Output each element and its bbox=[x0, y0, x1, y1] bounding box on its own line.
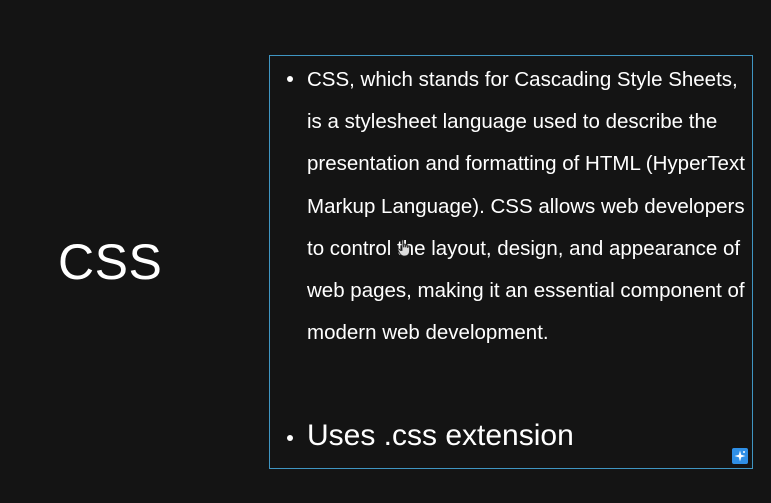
hand-cursor-icon bbox=[397, 239, 410, 257]
slide-title[interactable]: CSS bbox=[58, 232, 162, 292]
bullet-text: CSS, which stands for Cascading Style Sh… bbox=[307, 68, 745, 345]
content-textbox[interactable]: CSS, which stands for Cascading Style Sh… bbox=[269, 55, 753, 469]
bullet-dot-icon bbox=[287, 76, 293, 82]
designer-button[interactable] bbox=[732, 448, 748, 464]
slide-canvas: CSS CSS, which stands for Cascading Styl… bbox=[0, 0, 771, 503]
bullet-text: Uses .css extension bbox=[307, 419, 574, 452]
bullet-dot-icon bbox=[287, 435, 293, 441]
sparkle-icon bbox=[734, 450, 746, 462]
